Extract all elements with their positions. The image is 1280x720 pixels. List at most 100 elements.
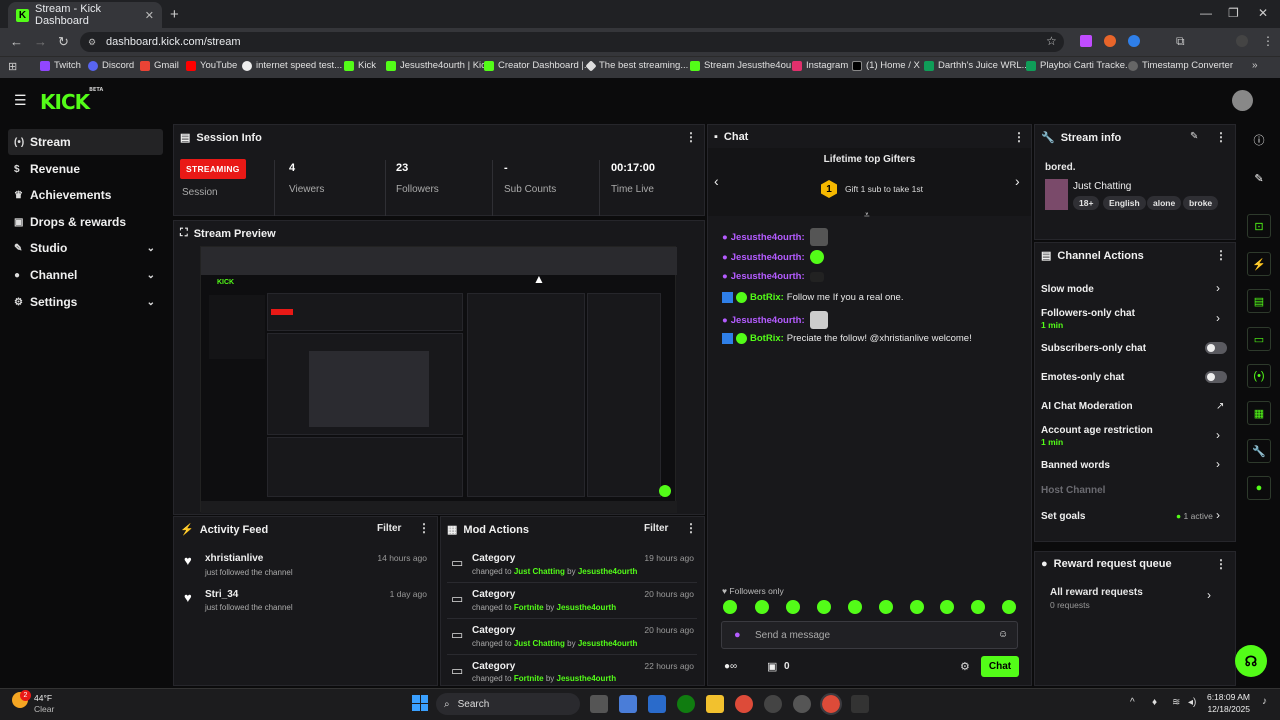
sidebar-item-studio[interactable]: ✎ Studio ⌄ <box>8 235 163 261</box>
sliders-icon[interactable]: ▦ <box>1247 401 1271 425</box>
volume-icon[interactable]: ◂) <box>1188 697 1196 708</box>
sidebar-item-channel[interactable]: ● Channel ⌄ <box>8 262 163 288</box>
user-avatar[interactable] <box>1232 90 1253 111</box>
new-tab-icon[interactable]: + <box>170 6 179 23</box>
emote-icon[interactable] <box>971 600 985 614</box>
kick-logo[interactable]: KICKBETA <box>40 87 103 114</box>
gift-icon[interactable]: ▣ <box>767 660 777 673</box>
bookmark-kick-channel[interactable]: Jesusthe4ourth | Kick <box>386 60 491 71</box>
bookmark-x[interactable]: (1) Home / X <box>852 60 920 71</box>
bookmark-twitch[interactable]: Twitch <box>40 60 81 71</box>
back-icon[interactable]: ← <box>10 34 23 49</box>
epic-games-icon[interactable] <box>851 695 869 713</box>
emote-icon[interactable] <box>879 600 893 614</box>
activity-filter-button[interactable]: Filter <box>377 523 401 534</box>
bookmark-juice-wrld[interactable]: Darthh's Juice WRL... <box>924 60 1030 71</box>
sidebar-item-revenue[interactable]: $ Revenue <box>8 156 163 182</box>
account-age-action[interactable]: Account age restriction <box>1041 425 1153 436</box>
broadcast-icon[interactable]: (•) <box>1247 364 1271 388</box>
extension-icon[interactable] <box>1128 35 1140 47</box>
banned-words-action[interactable]: Banned words <box>1041 460 1110 471</box>
maximize-icon[interactable]: ❐ <box>1228 6 1239 20</box>
sidebar-item-drops[interactable]: ▣ Drops & rewards <box>8 209 163 235</box>
ai-moderation-action[interactable]: AI Chat Moderation <box>1041 401 1133 412</box>
task-view-icon[interactable] <box>590 695 608 713</box>
site-info-icon[interactable]: ⚙ <box>88 37 96 48</box>
clock-date[interactable]: 12/18/2025 <box>1205 704 1250 714</box>
emote-icon[interactable] <box>723 600 737 614</box>
taskbar-search[interactable]: ⌕ Search <box>436 693 580 715</box>
bookmark-creator-dashboard[interactable]: Creator Dashboard |... <box>484 60 592 71</box>
chevron-right-icon[interactable]: › <box>1216 281 1220 295</box>
chrome-app-icon[interactable] <box>735 695 753 713</box>
emoji-icon[interactable]: ☺ <box>998 629 1008 640</box>
category-thumbnail[interactable] <box>1045 179 1068 210</box>
collapse-icon[interactable]: ⩡ <box>864 210 870 221</box>
mod-menu-icon[interactable]: ⋮ <box>685 521 697 535</box>
file-explorer-icon[interactable] <box>706 695 724 713</box>
chevron-right-icon[interactable]: › <box>1216 508 1220 522</box>
chevron-right-icon[interactable]: › <box>1216 457 1220 471</box>
minimize-icon[interactable]: — <box>1200 6 1212 20</box>
edit-icon[interactable]: ✎ <box>1247 166 1271 190</box>
emotes-only-toggle[interactable] <box>1205 371 1227 383</box>
chevron-right-icon[interactable]: › <box>1216 311 1220 325</box>
emote-icon[interactable] <box>817 600 831 614</box>
all-reward-requests[interactable]: All reward requests <box>1050 587 1143 598</box>
emote-icon[interactable] <box>1002 600 1016 614</box>
channel-actions-menu-icon[interactable]: ⋮ <box>1215 248 1227 262</box>
notification-bell-icon[interactable]: ♪ <box>1262 696 1267 707</box>
extensions-puzzle-icon[interactable]: ⧉ <box>1176 34 1185 49</box>
chat-username[interactable]: BotRix: <box>750 333 784 344</box>
activity-name[interactable]: xhristianlive <box>205 553 263 564</box>
stream-info-menu-icon[interactable]: ⋮ <box>1215 130 1227 144</box>
support-button[interactable]: ☊ <box>1235 645 1267 677</box>
hamburger-menu-icon[interactable]: ☰ <box>14 92 27 109</box>
chat-username[interactable]: Jesusthe4ourth: <box>731 232 805 243</box>
emote-icon[interactable] <box>755 600 769 614</box>
chevron-right-icon[interactable]: › <box>1015 173 1020 189</box>
chat-bubble-icon[interactable]: ▭ <box>1247 327 1271 351</box>
close-window-icon[interactable]: ✕ <box>1258 6 1268 20</box>
apps-grid-icon[interactable]: ⊞ <box>8 60 17 73</box>
slow-mode-action[interactable]: Slow mode <box>1041 284 1094 295</box>
followers-only-action[interactable]: Followers-only chat <box>1041 308 1135 319</box>
settings-app-icon[interactable] <box>619 695 637 713</box>
subscribers-only-toggle[interactable] <box>1205 342 1227 354</box>
send-chat-button[interactable]: Chat <box>981 656 1019 677</box>
profile-avatar[interactable] <box>1236 35 1248 47</box>
emote-icon[interactable] <box>848 600 862 614</box>
browser-tab[interactable]: K Stream - Kick Dashboard ✕ <box>8 2 162 28</box>
chevron-left-icon[interactable]: ‹ <box>714 173 719 189</box>
chat-username[interactable]: Jesusthe4ourth: <box>731 252 805 263</box>
mod-filter-button[interactable]: Filter <box>644 523 668 534</box>
bookmark-speed-test[interactable]: internet speed test... <box>242 60 342 71</box>
xbox-app-icon[interactable] <box>677 695 695 713</box>
sidebar-item-stream[interactable]: (•) Stream <box>8 129 163 155</box>
microphone-icon[interactable]: ♦ <box>1152 697 1157 708</box>
category-name[interactable]: Just Chatting <box>1073 181 1131 192</box>
bookmark-star-icon[interactable]: ☆ <box>1046 34 1057 48</box>
more-bookmarks-icon[interactable]: » <box>1252 60 1258 71</box>
bookmark-streaming[interactable]: The best streaming... <box>585 59 688 72</box>
activity-name[interactable]: Stri_34 <box>205 589 238 600</box>
bookmark-stream[interactable]: Stream Jesusthe4ou... <box>690 60 799 71</box>
chat-username[interactable]: Jesusthe4ourth: <box>731 315 805 326</box>
obs-app-icon[interactable] <box>764 695 782 713</box>
bookmark-gmail[interactable]: Gmail <box>140 60 179 71</box>
external-link-icon[interactable]: ↗ <box>1216 401 1224 412</box>
chat-menu-icon[interactable]: ⋮ <box>1013 130 1025 144</box>
sidebar-item-settings[interactable]: ⚙ Settings ⌄ <box>8 289 163 315</box>
extension-icon[interactable] <box>1104 35 1116 47</box>
chat-settings-icon[interactable]: ⚙ <box>960 660 970 673</box>
chat-username[interactable]: BotRix: <box>750 292 784 303</box>
forward-icon[interactable]: → <box>34 34 47 49</box>
bookmark-youtube[interactable]: YouTube <box>186 60 237 71</box>
bookmark-carti-tracker[interactable]: Playboi Carti Tracke... <box>1026 60 1133 71</box>
chrome-active-icon[interactable] <box>820 693 842 715</box>
community-icon[interactable]: ●∞ <box>724 661 737 672</box>
document-icon[interactable]: ▤ <box>1247 289 1271 313</box>
clock-time[interactable]: 6:18:09 AM <box>1205 692 1250 702</box>
chat-username[interactable]: Jesusthe4ourth: <box>731 271 805 282</box>
stream-preview-video[interactable]: KICK <box>200 246 677 513</box>
